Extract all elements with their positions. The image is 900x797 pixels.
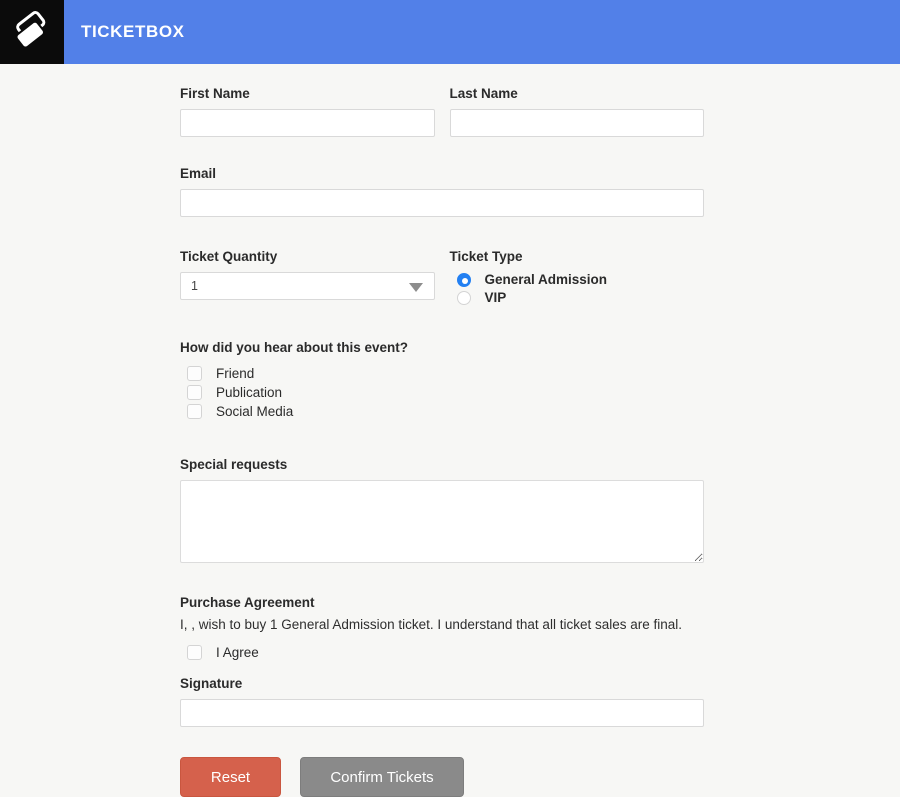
hear-about-group: How did you hear about this event? Frien… <box>180 341 704 419</box>
ticket-quantity-select[interactable]: 1 <box>180 272 435 300</box>
radio-unselected-icon[interactable] <box>457 291 471 305</box>
checkbox-icon[interactable] <box>187 404 202 419</box>
app-header: TICKETBOX <box>0 0 900 64</box>
ticket-type-label: Ticket Type <box>450 250 705 264</box>
purchase-agreement-group: Purchase Agreement I, , wish to buy 1 Ge… <box>180 596 704 660</box>
reset-button[interactable]: Reset <box>180 757 281 797</box>
purchase-agreement-label: Purchase Agreement <box>180 596 704 610</box>
first-name-label: First Name <box>180 87 435 101</box>
ticket-quantity-group: Ticket Quantity 1 <box>180 250 435 308</box>
last-name-input[interactable] <box>450 109 705 137</box>
app-title: TICKETBOX <box>64 22 185 42</box>
first-name-group: First Name <box>180 87 435 137</box>
special-requests-label: Special requests <box>180 458 704 472</box>
ticket-icon <box>11 11 53 53</box>
checkbox-publication[interactable]: Publication <box>187 385 704 400</box>
name-row: First Name Last Name <box>180 87 704 137</box>
special-requests-group: Special requests <box>180 458 704 568</box>
radio-general-admission[interactable]: General Admission <box>457 272 705 287</box>
checkbox-social-media[interactable]: Social Media <box>187 404 704 419</box>
email-input[interactable] <box>180 189 704 217</box>
ticket-type-group: Ticket Type General Admission VIP <box>450 250 705 308</box>
checkbox-icon[interactable] <box>187 366 202 381</box>
special-requests-textarea[interactable] <box>180 480 704 563</box>
signature-label: Signature <box>180 677 704 691</box>
radio-selected-icon[interactable] <box>457 273 471 287</box>
radio-general-admission-label: General Admission <box>485 272 608 287</box>
chevron-down-icon <box>409 283 423 292</box>
ticket-form: First Name Last Name Email Ticket Quanti… <box>180 64 704 797</box>
form-actions: Reset Confirm Tickets <box>180 757 704 797</box>
email-group: Email <box>180 167 704 217</box>
checkbox-social-media-label: Social Media <box>216 404 293 419</box>
i-agree-label: I Agree <box>216 645 259 660</box>
ticket-quantity-label: Ticket Quantity <box>180 250 435 264</box>
hear-about-label: How did you hear about this event? <box>180 341 704 355</box>
confirm-tickets-button[interactable]: Confirm Tickets <box>300 757 464 797</box>
signature-group: Signature <box>180 677 704 727</box>
signature-input[interactable] <box>180 699 704 727</box>
ticket-quantity-value: 1 <box>191 279 198 293</box>
last-name-label: Last Name <box>450 87 705 101</box>
checkbox-publication-label: Publication <box>216 385 282 400</box>
radio-vip[interactable]: VIP <box>457 290 705 305</box>
checkbox-friend-label: Friend <box>216 366 254 381</box>
checkbox-icon[interactable] <box>187 645 202 660</box>
radio-vip-label: VIP <box>485 290 507 305</box>
checkbox-friend[interactable]: Friend <box>187 366 704 381</box>
last-name-group: Last Name <box>450 87 705 137</box>
checkbox-icon[interactable] <box>187 385 202 400</box>
app-logo <box>0 0 64 64</box>
email-label: Email <box>180 167 704 181</box>
checkbox-i-agree[interactable]: I Agree <box>187 645 704 660</box>
quantity-type-row: Ticket Quantity 1 Ticket Type General Ad… <box>180 250 704 308</box>
purchase-agreement-text: I, , wish to buy 1 General Admission tic… <box>180 616 704 634</box>
first-name-input[interactable] <box>180 109 435 137</box>
